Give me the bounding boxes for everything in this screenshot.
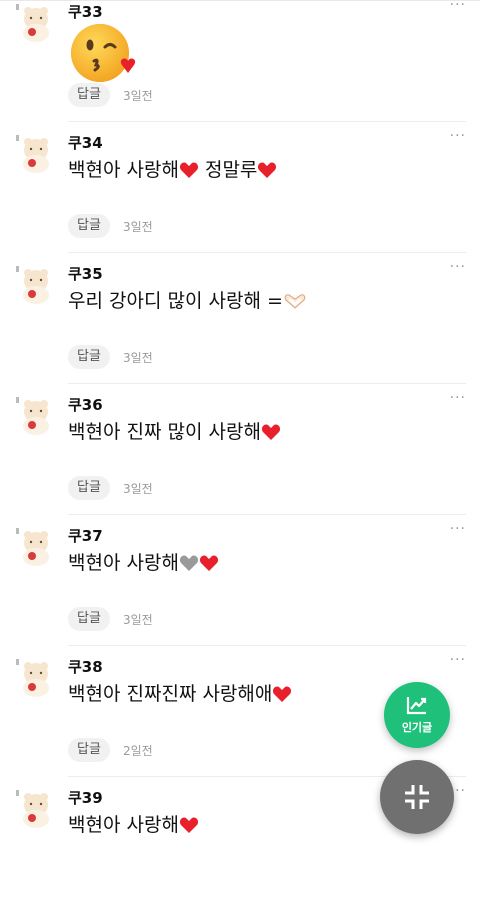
comment-text: 우리 강아디 많이 사랑해 = (68, 286, 307, 313)
bear-avatar-icon (16, 659, 49, 697)
comment-nickname: 쿠34 (68, 134, 103, 152)
reply-button[interactable]: 답글 (68, 476, 110, 500)
popular-posts-label: 인기글 (401, 721, 433, 734)
comment-time: 2일전 (123, 744, 153, 758)
more-options-icon[interactable]: ··· (450, 390, 466, 406)
reply-button[interactable]: 답글 (68, 607, 110, 631)
reply-button[interactable]: 답글 (68, 83, 110, 107)
more-options-icon[interactable]: ··· (450, 652, 466, 668)
comment-text-part: 백현아 진짜진짜 사랑해애 (68, 683, 273, 705)
comment-item: 쿠35 ··· 우리 강아디 많이 사랑해 = 답글 3일전 (0, 253, 480, 384)
bear-avatar-icon (16, 397, 49, 435)
comment-nickname: 쿠38 (68, 658, 103, 676)
more-options-icon[interactable]: ··· (450, 0, 466, 13)
more-options-icon[interactable]: ··· (450, 521, 466, 537)
comment-nickname: 쿠36 (68, 396, 103, 414)
bear-avatar-icon (16, 528, 49, 566)
more-options-icon[interactable]: ··· (450, 259, 466, 275)
reply-button[interactable]: 답글 (68, 214, 110, 238)
comment-text: 백현아 사랑해 (68, 810, 199, 837)
collapse-arrows-icon (405, 785, 429, 809)
comment-item: 쿠36 ··· 백현아 진짜 많이 사랑해 답글 3일전 (0, 384, 480, 515)
comment-item: 쿠37 ··· 백현아 사랑해 답글 3일전 (0, 515, 480, 646)
comment-nickname: 쿠35 (68, 265, 103, 283)
comment-text-part: 백현아 사랑해 (68, 814, 179, 836)
comment-time: 3일전 (123, 482, 153, 496)
more-options-icon[interactable]: ··· (450, 128, 466, 144)
comment-nickname: 쿠39 (68, 789, 103, 807)
comment-time: 3일전 (123, 351, 153, 365)
avatar[interactable] (14, 656, 58, 700)
red-heart-icon (179, 162, 198, 178)
reply-button[interactable]: 답글 (68, 738, 110, 762)
comment-text-part: 백현아 사랑해 (68, 159, 179, 181)
collapse-button[interactable] (380, 760, 454, 834)
popular-posts-button[interactable]: 인기글 (384, 682, 450, 748)
comment-text-part: 백현아 사랑해 (68, 552, 179, 574)
avatar[interactable] (14, 787, 58, 831)
comment-nickname: 쿠33 (68, 3, 103, 21)
comment-text: 백현아 사랑해 (68, 548, 219, 575)
comment-time: 3일전 (123, 89, 153, 103)
avatar[interactable] (14, 394, 58, 438)
comment-time: 3일전 (123, 220, 153, 234)
bear-avatar-icon (16, 4, 49, 42)
comment-text: 백현아 사랑해 정말루 (68, 155, 277, 182)
comment-item: 쿠33 ··· 답글 3일전 (0, 0, 480, 122)
comment-text: 백현아 진짜진짜 사랑해애 (68, 679, 292, 706)
bear-avatar-icon (16, 790, 49, 828)
bear-avatar-icon (16, 135, 49, 173)
avatar[interactable] (14, 1, 58, 45)
reply-button[interactable]: 답글 (68, 345, 110, 369)
comment-nickname: 쿠37 (68, 527, 103, 545)
bear-avatar-icon (16, 266, 49, 304)
comment-time: 3일전 (123, 613, 153, 627)
comment-item: 쿠34 ··· 백현아 사랑해 정말루 답글 3일전 (0, 122, 480, 253)
comment-text-part: 백현아 진짜 많이 사랑해 (68, 421, 261, 443)
trend-chart-icon (406, 697, 427, 715)
kissing-face-emoji (68, 21, 136, 83)
gray-heart-icon (179, 555, 198, 571)
red-heart-icon (258, 162, 277, 178)
comment-text-part: 우리 강아디 많이 사랑해 = (68, 290, 283, 312)
red-heart-icon (261, 424, 280, 440)
red-heart-icon (273, 686, 292, 702)
heart-hands-icon (284, 294, 306, 309)
avatar[interactable] (14, 132, 58, 176)
avatar[interactable] (14, 525, 58, 569)
red-heart-icon (179, 817, 198, 833)
red-heart-icon (199, 555, 218, 571)
comment-text-part: 정말루 (198, 159, 258, 181)
avatar[interactable] (14, 263, 58, 307)
comment-text: 백현아 진짜 많이 사랑해 (68, 417, 281, 444)
